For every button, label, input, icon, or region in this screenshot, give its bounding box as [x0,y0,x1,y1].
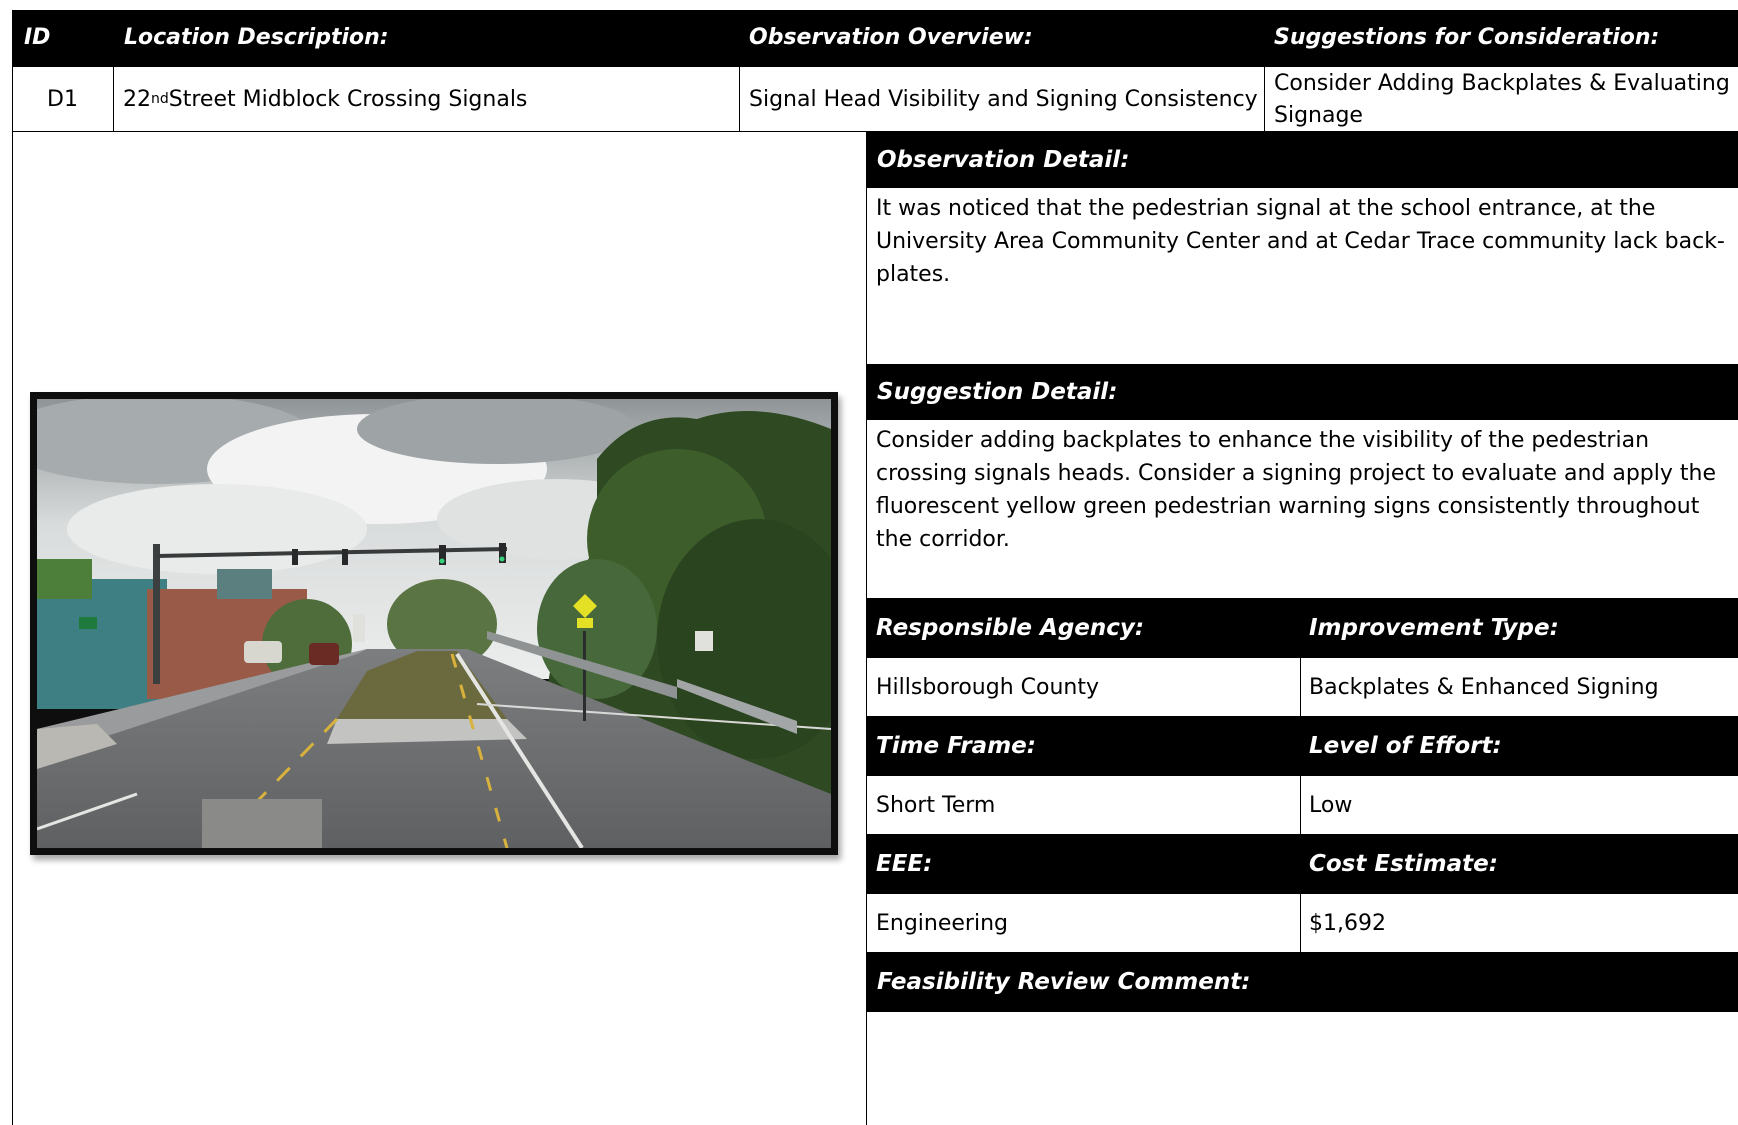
grid-separator [1300,894,1301,952]
cost-estimate-value: $1,692 [1309,910,1386,936]
feasibility-label: Feasibility Review Comment: [877,969,1251,995]
record-row: D1 22nd Street Midblock Crossing Signals… [12,66,1738,132]
level-of-effort-value: Low [1309,792,1353,818]
observation-detail-label: Observation Detail: [877,147,1130,173]
header-id: ID [24,25,51,50]
grid-separator [1300,776,1301,834]
suggestion-detail-header: Suggestion Detail: [867,364,1738,420]
timeframe-effort-values: Short Term Low [867,776,1738,834]
time-frame-value: Short Term [876,792,996,818]
eee-value: Engineering [876,910,1008,936]
eee-cost-values: Engineering $1,692 [867,894,1738,952]
header-location: Location Description: [124,25,389,50]
time-frame-label: Time Frame: [876,733,1036,759]
record-location: 22nd Street Midblock Crossing Signals [123,86,528,112]
table-header: ID Location Description: Observation Ove… [12,10,1738,66]
feasibility-header: Feasibility Review Comment: [867,952,1738,1012]
record-id: D1 [47,86,78,112]
agency-type-header: Responsible Agency: Improvement Type: [867,598,1738,658]
improvement-type-value: Backplates & Enhanced Signing [1309,674,1659,700]
header-suggestions: Suggestions for Consideration: [1274,25,1660,50]
responsible-agency-label: Responsible Agency: [876,615,1145,641]
cost-estimate-label: Cost Estimate: [1309,851,1498,877]
level-of-effort-label: Level of Effort: [1309,733,1502,759]
header-observation: Observation Overview: [749,25,1033,50]
suggestion-detail-text: Consider adding backplates to enhance th… [876,428,1716,552]
left-frame-line [12,132,13,1125]
record-observation: Signal Head Visibility and Signing Consi… [749,86,1258,112]
suggestion-detail-label: Suggestion Detail: [877,379,1118,405]
timeframe-effort-header: Time Frame: Level of Effort: [867,716,1738,776]
eee-label: EEE: [876,851,933,877]
eee-cost-header: EEE: Cost Estimate: [867,834,1738,894]
responsible-agency-value: Hillsborough County [876,674,1099,700]
grid-separator [1300,658,1301,716]
observation-detail-text: It was noticed that the pedestrian signa… [876,196,1725,287]
record-suggestion: Consider Adding Backplates & Evaluating … [1274,70,1730,128]
observation-detail-header: Observation Detail: [867,132,1738,188]
agency-type-values: Hillsborough County Backplates & Enhance… [867,658,1738,716]
improvement-type-label: Improvement Type: [1309,615,1559,641]
street-view-image [37,399,831,848]
location-photo [30,392,838,855]
